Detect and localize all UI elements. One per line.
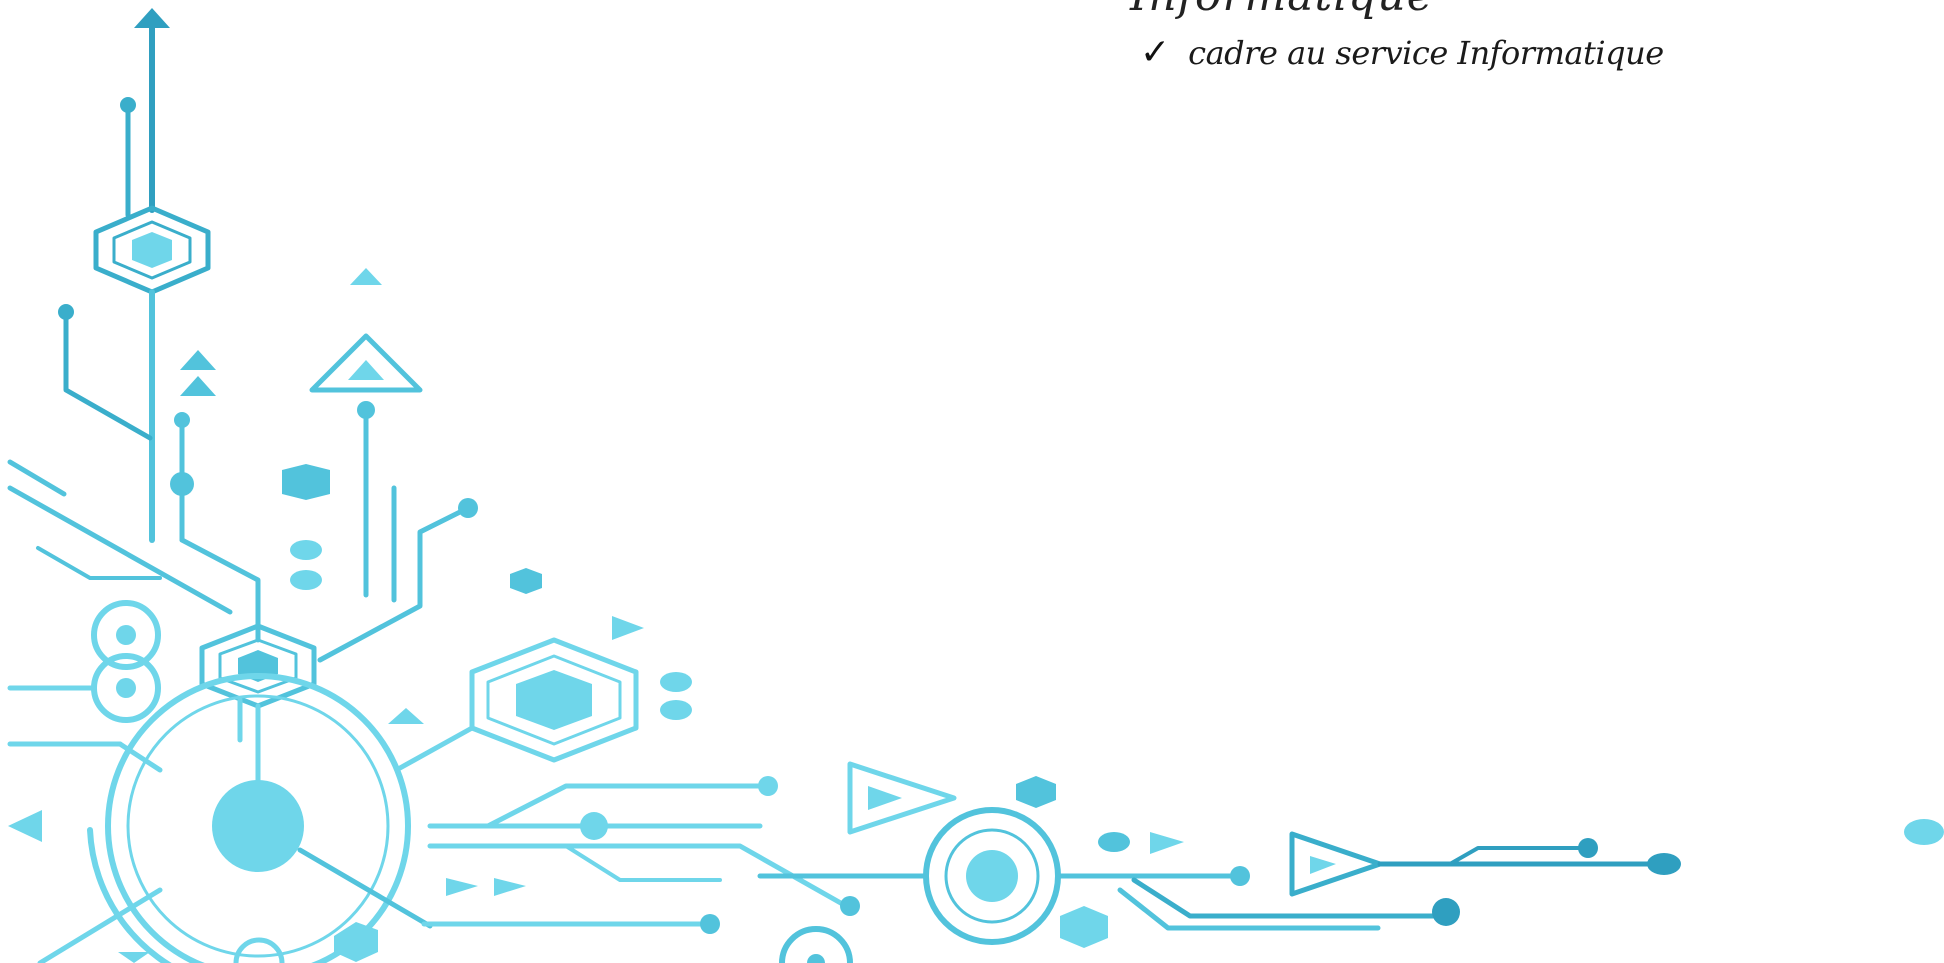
bullet-item: ✓ cadre au service Informatique (1140, 34, 1664, 72)
bullet-text: cadre au service Informatique (1188, 34, 1664, 72)
circuit-decoration (7, 8, 1944, 963)
checkmark-icon: ✓ (1140, 32, 1171, 73)
section-heading-partial: Informatique (1130, 0, 1434, 21)
